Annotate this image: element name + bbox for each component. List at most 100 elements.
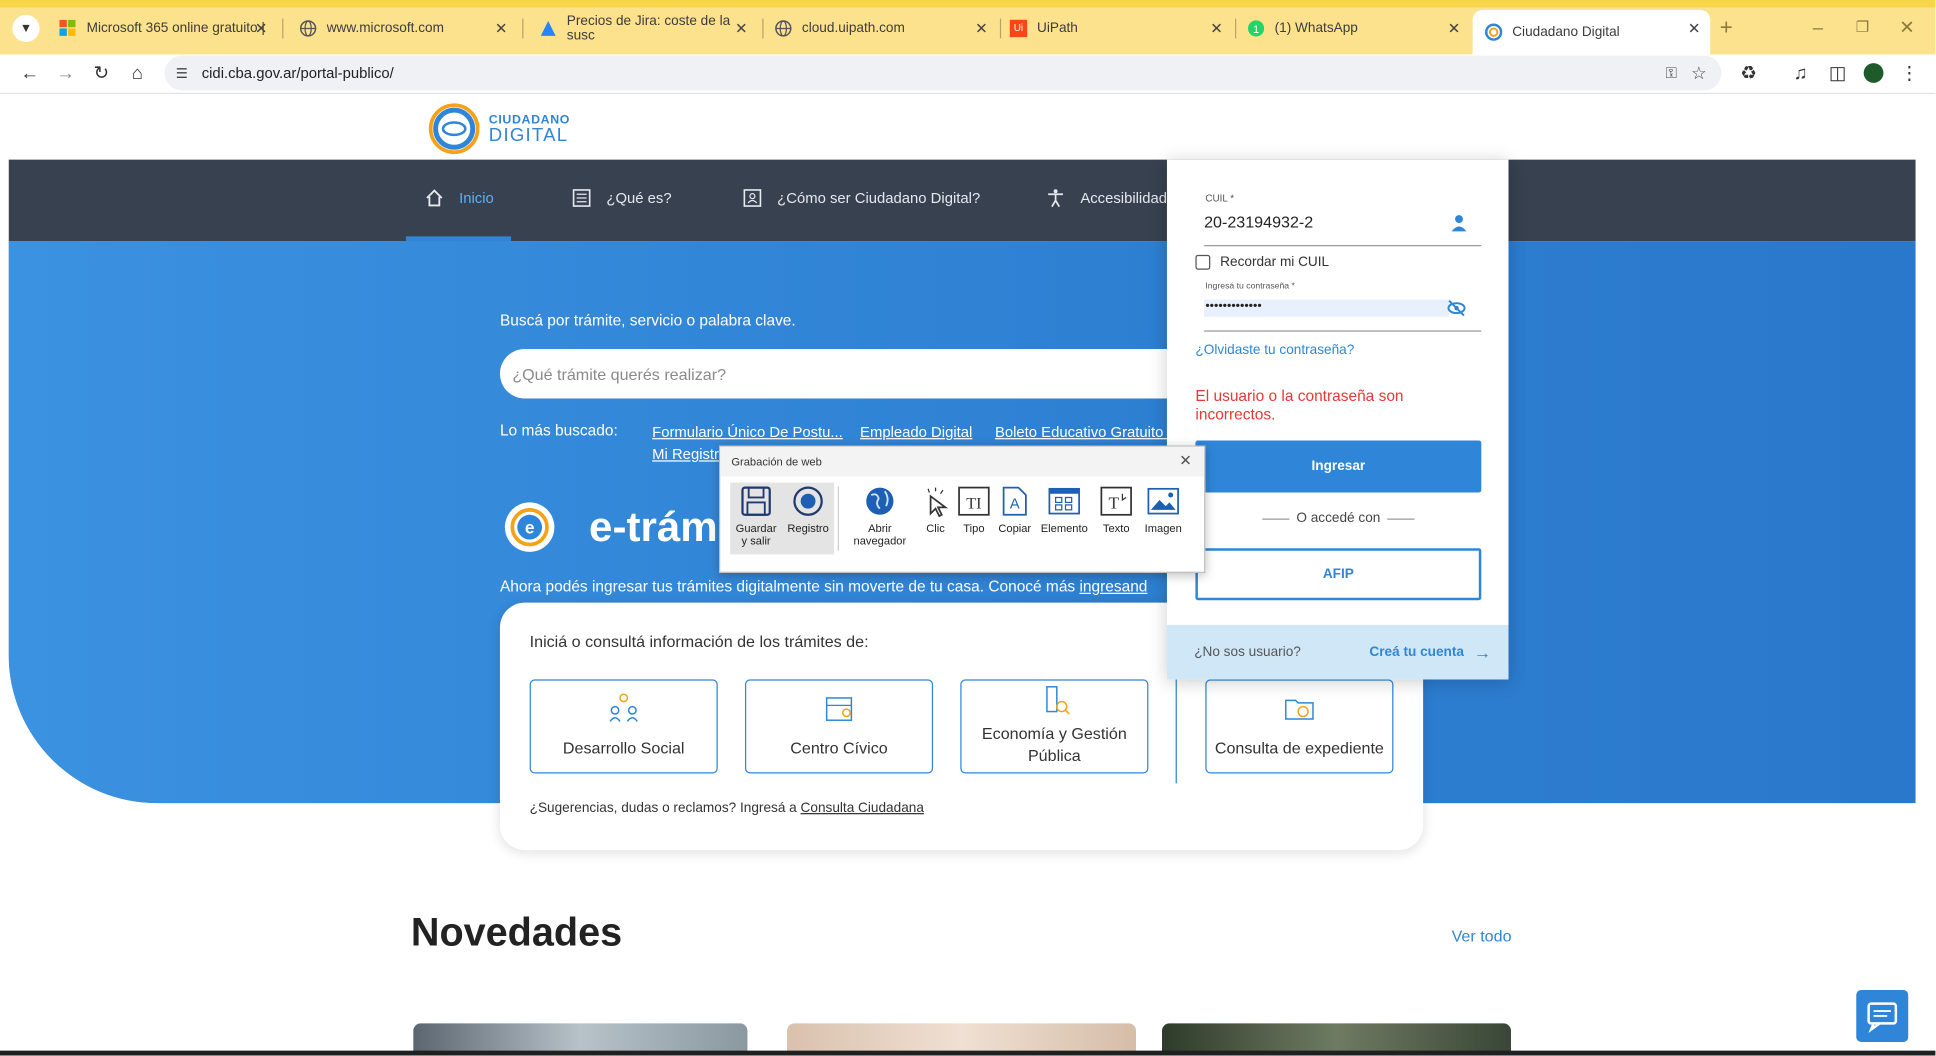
globe-icon (775, 20, 792, 37)
tab-microsoft365[interactable]: Microsoft 365 online gratuito | ✕ (47, 10, 277, 47)
close-icon[interactable]: ✕ (1688, 20, 1700, 37)
tab-uipath[interactable]: Ui UiPath ✕ (997, 10, 1232, 47)
most-searched-link[interactable]: Formulario Único De Postu... (652, 423, 843, 440)
checkbox[interactable] (1195, 254, 1211, 270)
recorder-open-browser-button[interactable]: Abrir navegador (843, 484, 917, 547)
remember-cuil[interactable]: Recordar mi CUIL (1195, 254, 1329, 270)
recorder-element-button[interactable]: Elemento (1037, 484, 1091, 535)
nav-como-ser[interactable]: ¿Cómo ser Ciudadano Digital? (743, 188, 980, 208)
tabbar-top (0, 0, 1936, 8)
svg-text:TI: TI (966, 496, 981, 513)
intro-text: Ahora podés ingresar tus trámites digita… (500, 578, 1147, 595)
most-searched-label: Lo más buscado: (499, 421, 618, 440)
recorder-copy-button[interactable]: A Copiar (995, 484, 1035, 535)
plus-icon: + (1719, 14, 1733, 39)
tramite-label: Consulta de expediente (1214, 738, 1384, 758)
list-icon (572, 188, 592, 208)
tab-uipath-cloud[interactable]: cloud.uipath.com ✕ (762, 10, 997, 47)
recorder-image-button[interactable]: Imagen (1139, 484, 1189, 535)
close-window-button[interactable]: ✕ (1893, 14, 1920, 41)
most-searched-link[interactable]: Empleado Digital (860, 423, 972, 440)
tramite-consulta-expediente[interactable]: Consulta de expediente (1205, 679, 1394, 774)
nav-que-es[interactable]: ¿Qué es? (572, 188, 672, 208)
recorder-button-label: Clic (926, 522, 945, 535)
close-icon[interactable]: ✕ (1179, 452, 1191, 469)
screen: ▼ Microsoft 365 online gratuito | ✕ www.… (0, 0, 1936, 1056)
tab-microsoft-com[interactable]: www.microsoft.com ✕ (287, 10, 517, 47)
tab-jira[interactable]: Precios de Jira: coste de la susc ✕ (527, 10, 757, 47)
tramite-desarrollo-social[interactable]: Desarrollo Social (529, 679, 718, 774)
recorder-button-label: Texto (1102, 522, 1130, 535)
cidi-logo-icon (428, 103, 480, 155)
close-icon[interactable]: ✕ (1448, 20, 1460, 37)
etramites-logo-icon: e (504, 502, 555, 552)
chat-button[interactable] (1856, 989, 1909, 1042)
url-text: cidi.cba.gov.ar/portal-publico/ (201, 64, 394, 82)
afip-button[interactable]: AFIP (1195, 548, 1482, 601)
svg-text:T: T (1108, 494, 1119, 513)
ver-todo-link[interactable]: Ver todo (1452, 927, 1512, 946)
tab-search-button[interactable]: ▼ (12, 14, 40, 43)
tab-ciudadano-digital[interactable]: Ciudadano Digital ✕ (1472, 9, 1711, 55)
minimize-icon: – (1812, 16, 1824, 38)
create-account-link[interactable]: Creá tu cuenta → (1369, 642, 1491, 662)
reload-button[interactable]: ↻ (88, 59, 115, 86)
etramites-heading: e e-trám (500, 500, 718, 554)
nav-accesibilidad[interactable]: Accesibilidad (1046, 188, 1167, 208)
restore-button[interactable]: ❐ (1849, 14, 1876, 41)
close-icon[interactable]: ✕ (495, 20, 507, 37)
extensions-button[interactable]: ♻ (1735, 59, 1762, 86)
nav-inicio[interactable]: Inicio (424, 188, 494, 208)
key-icon[interactable]: ⚿ (1666, 64, 1677, 83)
most-searched-link[interactable]: Boleto Educativo Gratuito (... (995, 423, 1185, 440)
back-button[interactable]: ← (16, 59, 43, 86)
most-searched-link[interactable]: Mi Registro (652, 445, 727, 462)
arrow-left-icon: ← (20, 62, 39, 84)
star-icon[interactable]: ☆ (1691, 62, 1707, 83)
recorder-type-button[interactable]: TI Tipo (955, 484, 992, 535)
media-button[interactable]: ♫ (1787, 59, 1814, 86)
home-button[interactable]: ⌂ (124, 59, 151, 86)
recorder-record-button[interactable]: Registro (785, 484, 832, 535)
new-tab-button[interactable]: + (1713, 14, 1740, 41)
recorder-button-label: Copiar (998, 522, 1032, 535)
forward-button[interactable]: → (52, 59, 79, 86)
folder-icon (1285, 699, 1314, 720)
recorder-save-button[interactable]: Guardar y salir (734, 484, 779, 547)
recorder-button-label: Registro (787, 522, 829, 535)
menu-button[interactable]: ⋮ (1896, 59, 1923, 86)
tower-search-icon (1046, 686, 1070, 715)
save-icon (741, 486, 771, 516)
minimize-button[interactable]: – (1804, 14, 1831, 41)
login-error: El usuario o la contraseña son incorrect… (1195, 387, 1404, 424)
tramite-economia[interactable]: Economía y Gestión Pública (960, 679, 1149, 774)
tramite-centro-civico[interactable]: Centro Cívico (744, 679, 934, 774)
forgot-password-link[interactable]: ¿Olvidaste tu contraseña? (1195, 343, 1354, 358)
close-icon[interactable]: ✕ (975, 20, 987, 37)
intro-link[interactable]: ingresand (1079, 578, 1147, 595)
side-panel-button[interactable]: ◫ (1824, 59, 1851, 86)
profile-button[interactable] (1860, 59, 1887, 86)
submit-button[interactable]: Ingresar (1195, 440, 1482, 493)
close-icon[interactable]: ✕ (255, 20, 267, 37)
site-info-icon[interactable]: ☰ (176, 65, 188, 81)
address-bar[interactable]: ☰ cidi.cba.gov.ar/portal-publico/ ⚿ ☆ (164, 55, 1722, 91)
recorder-click-button[interactable]: Clic (917, 484, 954, 535)
password-field[interactable]: ••••••••••••• (1204, 297, 1482, 332)
or-access-label: O accedé con (1296, 511, 1381, 526)
search-input[interactable]: ¿Qué trámite querés realizar? (499, 348, 1193, 399)
svg-text:A: A (1010, 497, 1020, 513)
close-icon[interactable]: ✕ (735, 20, 747, 37)
tab-whatsapp[interactable]: 1 (1) WhatsApp ✕ (1235, 10, 1470, 47)
eye-off-icon[interactable] (1447, 298, 1467, 318)
divider (837, 486, 840, 551)
chevron-down-icon: ▼ (19, 21, 33, 36)
recorder-button-label: Imagen (1144, 522, 1182, 535)
close-icon[interactable]: ✕ (1210, 20, 1222, 37)
site-logo[interactable]: CIUDADANO DIGITAL (427, 101, 570, 155)
recorder-text-button[interactable]: T Texto (1096, 484, 1136, 535)
recorder-button-label: Guardar y salir (735, 522, 777, 547)
cuil-field[interactable]: 20-23194932-2 (1204, 209, 1482, 247)
consulta-ciudadana-link[interactable]: Consulta Ciudadana (801, 801, 924, 816)
password-label: Ingresá tu contraseña * (1205, 282, 1295, 291)
